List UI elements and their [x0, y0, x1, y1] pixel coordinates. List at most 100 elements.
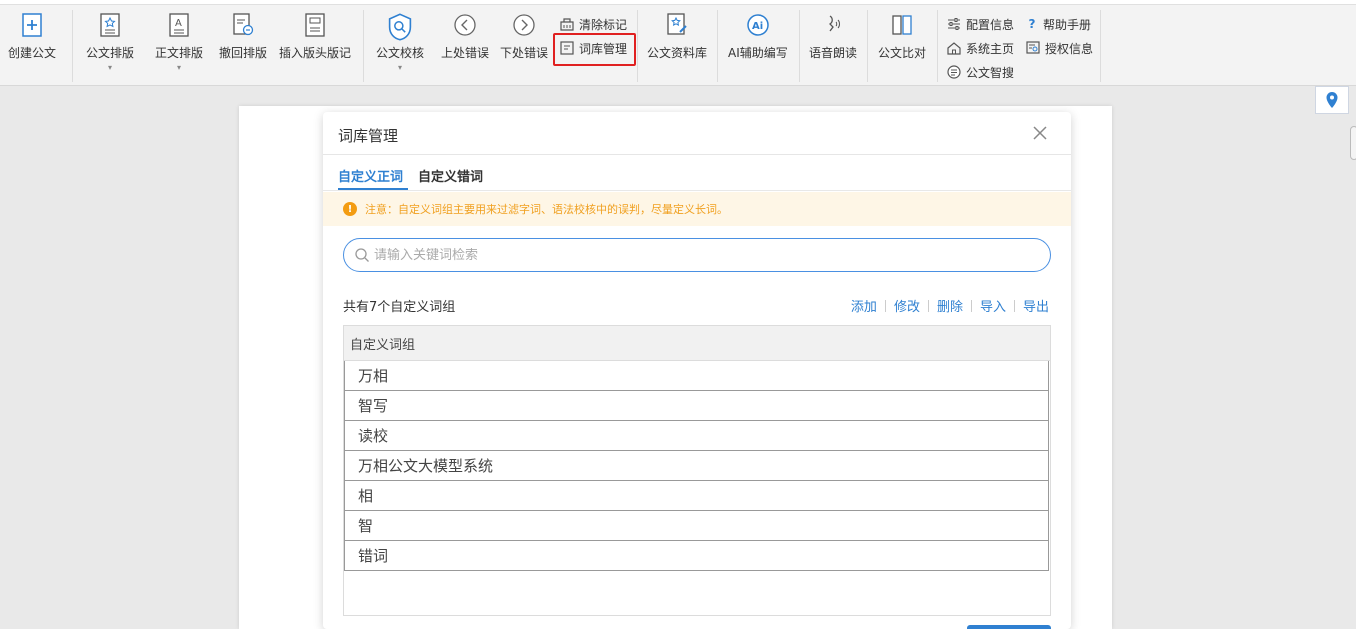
body-layout-label: 正文排版: [155, 46, 204, 60]
dialog-header: 词库管理: [323, 112, 1071, 155]
ribbon-separator: [363, 10, 364, 82]
chevron-down-icon: ▾: [108, 63, 113, 72]
add-link[interactable]: 添加: [843, 296, 885, 315]
insert-header-icon: [305, 13, 325, 37]
import-link[interactable]: 导入: [972, 296, 1014, 315]
license-info-label: 授权信息: [1045, 41, 1094, 56]
proofread-button[interactable]: 公文校核 ▾: [376, 12, 424, 82]
dialog-title: 词库管理: [338, 127, 399, 145]
ribbon-separator: [799, 10, 800, 82]
chevron-down-icon: ▾: [177, 63, 182, 72]
question-icon: ?: [1028, 17, 1036, 31]
doc-library-button[interactable]: 公文资料库: [647, 12, 707, 82]
body-layout-button[interactable]: A 正文排版 ▾: [155, 12, 203, 82]
lexicon-dialog: 词库管理 自定义正词 自定义错词 ! 注意：自定义词组主要用来过滤字词、语法校核…: [323, 112, 1071, 629]
undo-layout-label: 撤回排版: [219, 46, 268, 60]
ribbon-toolbar: 创建公文 公文排版 ▾ A 正文排版 ▾ 撤回排版 插入版头版记 公文校核 ▾ …: [0, 0, 1356, 86]
prev-error-label: 上处错误: [441, 46, 490, 60]
license-icon: [1026, 41, 1040, 54]
smart-search-icon: [947, 65, 961, 79]
ai-write-label: AI辅助编写: [728, 46, 788, 60]
ribbon-separator: [1100, 10, 1101, 82]
chevron-left-circle-icon: [454, 14, 476, 36]
sliders-icon: [948, 18, 960, 30]
delete-link[interactable]: 删除: [929, 296, 971, 315]
tab-custom-error[interactable]: 自定义错词: [418, 166, 483, 185]
confirm-button[interactable]: [967, 625, 1051, 629]
text-layout-icon: A: [169, 13, 189, 37]
ribbon-separator: [637, 10, 638, 82]
doc-library-label: 公文资料库: [647, 46, 708, 60]
table-row[interactable]: 智写: [344, 391, 1049, 421]
voice-read-label: 语音朗读: [809, 46, 858, 60]
close-icon[interactable]: [1031, 124, 1049, 142]
system-home-label: 系统主页: [966, 41, 1015, 56]
table-row[interactable]: 读校: [344, 421, 1049, 451]
location-pin-button[interactable]: [1315, 86, 1349, 114]
location-pin-icon: [1326, 92, 1338, 108]
insert-header-label: 插入版头版记: [279, 46, 352, 60]
voice-icon: [828, 15, 840, 32]
side-scroll-handle[interactable]: [1350, 126, 1356, 160]
undo-layout-button[interactable]: 撤回排版: [219, 12, 267, 82]
add-doc-icon: [22, 13, 42, 37]
doc-layout-label: 公文排版: [86, 46, 135, 60]
tab-custom-correct[interactable]: 自定义正词: [338, 166, 403, 185]
compare-icon: [892, 15, 912, 35]
ai-icon: Ai: [747, 14, 769, 36]
smart-search-label: 公文智搜: [966, 65, 1015, 80]
help-manual-label: 帮助手册: [1043, 17, 1092, 32]
dialog-tabs: 自定义正词 自定义错词: [323, 155, 1071, 191]
ribbon-separator: [937, 10, 938, 82]
highlight-frame: [553, 33, 636, 66]
table-row[interactable]: 相: [344, 481, 1049, 511]
search-box: [343, 238, 1051, 272]
export-link[interactable]: 导出: [1015, 296, 1049, 315]
edit-link[interactable]: 修改: [886, 296, 928, 315]
doc-library-icon: [667, 13, 687, 35]
active-tab-indicator: [338, 188, 408, 190]
svg-text:A: A: [175, 18, 182, 29]
prev-error-button[interactable]: 上处错误: [441, 12, 489, 82]
voice-read-button[interactable]: 语音朗读: [809, 12, 857, 82]
config-info-button[interactable]: 配置信息: [946, 14, 1014, 34]
next-error-button[interactable]: 下处错误: [500, 12, 548, 82]
svg-text:Ai: Ai: [752, 21, 763, 32]
ribbon-separator: [72, 10, 73, 82]
insert-header-button[interactable]: 插入版头版记: [279, 12, 351, 82]
proofread-label: 公文校核: [376, 46, 425, 60]
search-input[interactable]: [374, 247, 1034, 263]
smart-search-button[interactable]: 公文智搜: [946, 62, 1014, 82]
eraser-icon: [560, 18, 574, 31]
chevron-down-icon: ▾: [398, 63, 403, 72]
create-doc-button[interactable]: 创建公文: [8, 12, 56, 82]
group-count-text: 共有7个自定义词组: [343, 300, 456, 315]
ai-write-button[interactable]: Ai AI辅助编写: [728, 12, 788, 82]
doc-layout-icon: [100, 13, 120, 37]
notice-text: 注意：自定义词组主要用来过滤字词、语法校核中的误判，尽量定义长词。: [365, 203, 728, 216]
shield-search-icon: [388, 13, 412, 41]
create-doc-label: 创建公文: [8, 46, 57, 60]
help-manual-button[interactable]: ? 帮助手册: [1025, 14, 1092, 34]
table-row[interactable]: 错词: [344, 541, 1049, 571]
home-icon: [947, 42, 961, 55]
custom-group-table: 自定义词组 万相 智写 读校 万相公文大模型系统 相 智 错词: [343, 325, 1051, 616]
table-row[interactable]: 万相公文大模型系统: [344, 451, 1049, 481]
doc-compare-label: 公文比对: [878, 46, 927, 60]
doc-layout-button[interactable]: 公文排版 ▾: [86, 12, 134, 82]
table-row[interactable]: 智: [344, 511, 1049, 541]
config-info-label: 配置信息: [966, 17, 1015, 32]
next-error-label: 下处错误: [500, 46, 549, 60]
system-home-button[interactable]: 系统主页: [946, 38, 1014, 58]
ribbon-topline: [0, 0, 1356, 5]
clear-marks-button[interactable]: 清除标记: [559, 14, 627, 34]
table-row[interactable]: 万相: [344, 361, 1049, 391]
doc-compare-button[interactable]: 公文比对: [878, 12, 926, 82]
ribbon-separator: [867, 10, 868, 82]
license-info-button[interactable]: 授权信息: [1025, 38, 1093, 58]
chevron-right-circle-icon: [513, 14, 535, 36]
notice-banner: ! 注意：自定义词组主要用来过滤字词、语法校核中的误判，尽量定义长词。: [323, 192, 1071, 226]
action-links: 添加 修改 删除 导入 导出: [843, 296, 1049, 315]
table-header: 自定义词组: [344, 326, 1050, 361]
clear-marks-label: 清除标记: [579, 17, 628, 32]
